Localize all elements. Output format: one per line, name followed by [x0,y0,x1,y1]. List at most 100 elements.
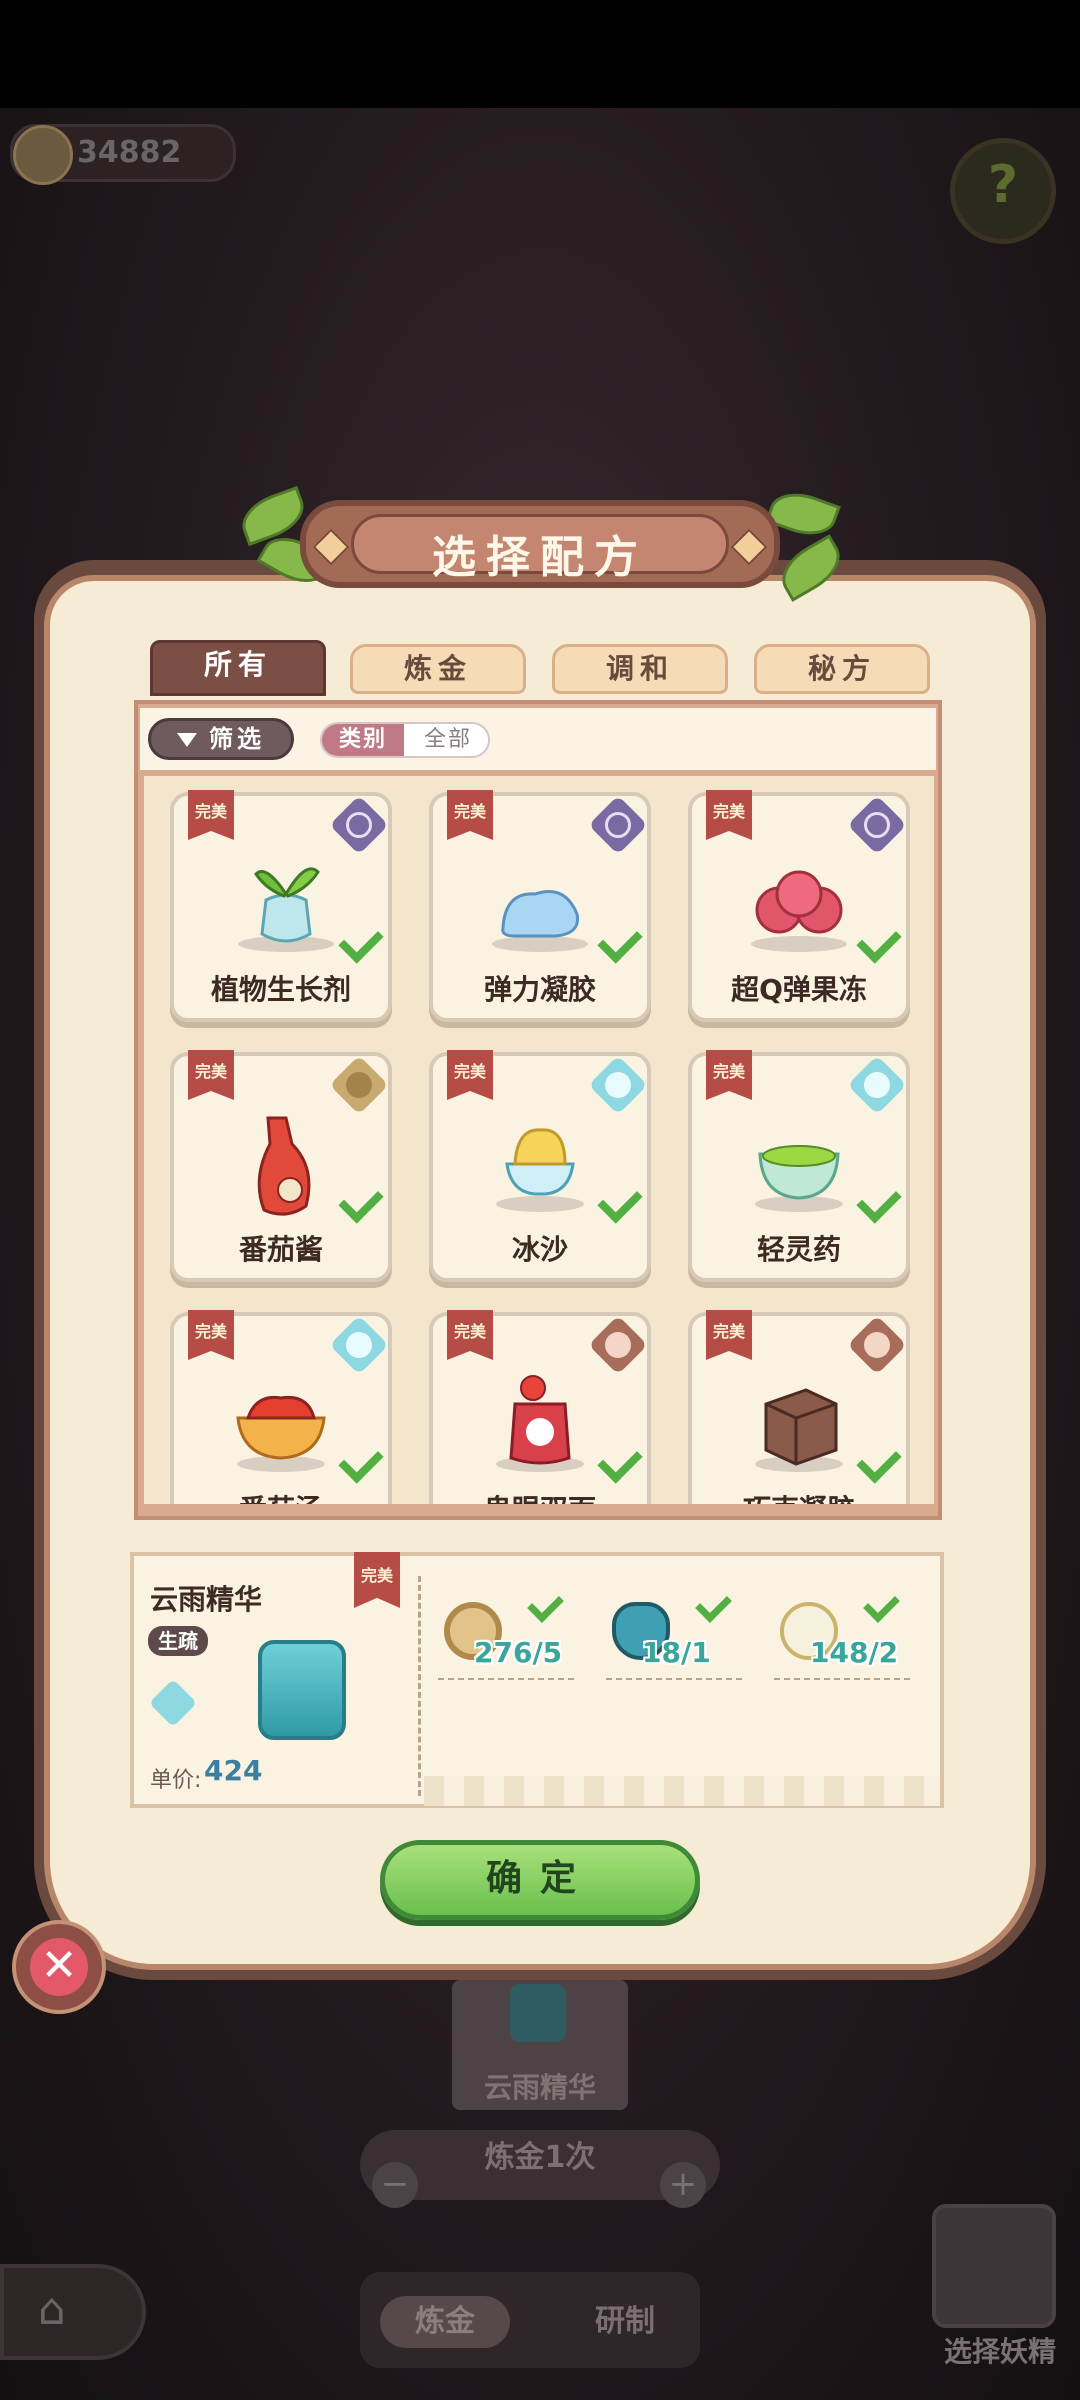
copper-rank-icon [588,1315,648,1375]
funnel-icon [177,733,197,747]
recipe-tabs: 所有 炼金 调和 秘方 [150,640,930,696]
recipe-name: 冰沙 [511,1233,568,1266]
owned-check-icon [597,1178,643,1224]
recipe-card[interactable]: 完美 轻灵药 [688,1050,910,1282]
dialog-title-banner: 选择配方 [300,500,780,588]
home-icon: ⌂ [38,2284,66,2335]
plus-button[interactable]: + [660,2162,706,2208]
shaved-ice-icon [496,1128,584,1212]
jelly-icon [751,870,847,952]
selected-recipe-panel: 云雨精华 完美 生疏 单价: 424 276/5 18/1 148/2 [130,1552,944,1808]
select-fairy-label: 选择妖精 [943,2335,1056,2368]
recipe-card[interactable]: 完美 番茄汤 [170,1310,392,1504]
recipe-name: 轻灵药 [756,1233,841,1266]
tomato-soup-icon [236,1395,326,1472]
coin-counter: 34882 [10,124,236,185]
owned-check-icon [597,1438,643,1484]
cyan-rank-icon [847,1055,907,1115]
gem-decoration-icon [730,528,768,566]
perfect-tag: 完美 [706,1310,752,1360]
bg-alchemy-count: 炼金1次 [484,2140,596,2175]
recipe-name: 番茄酱 [238,1233,323,1266]
owned-check-icon [527,1586,564,1623]
cyan-rank-icon [148,1678,198,1728]
tab-alchemy[interactable]: 炼金 [350,644,526,694]
owned-check-icon [338,918,384,964]
tab-all[interactable]: 所有 [150,640,326,696]
ingredient-slot[interactable]: 276/5 [434,1586,584,1692]
owned-check-icon [856,1438,902,1484]
divider [438,1678,574,1680]
recipe-name: 超Q弹果冻 [731,973,867,1006]
filter-bar: 筛选 类别 全部 [140,708,936,770]
price-label: 单价: [150,1768,202,1793]
dialog-title: 选择配方 [432,532,648,583]
recipe-card[interactable]: 完美 超Q弹果冻 [688,790,910,1022]
light-potion-bowl-icon [755,1145,843,1212]
perfect-tag: 完美 [447,790,493,840]
perfect-tag: 完美 [188,790,234,840]
filter-label: 筛选 [209,725,265,753]
recipe-name: 番茄汤 [174,1488,388,1504]
home-button[interactable]: ⌂ [0,2264,146,2360]
ingredient-slot[interactable]: 148/2 [770,1586,920,1692]
ingredient-count: 276/5 [474,1636,563,1669]
cyan-rank-icon [588,1055,648,1115]
sc-rank-icon [847,795,907,855]
recipe-card[interactable]: 完美 弹力凝胶 [429,790,651,1022]
price-value: 424 [204,1754,263,1787]
title-plate: 选择配方 [351,514,729,583]
recipe-name: 植物生长剂 [210,973,351,1006]
owned-check-icon [338,1438,384,1484]
sc-rank-icon [329,795,389,855]
tab-research[interactable]: 研制 [560,2296,690,2348]
selected-recipe-name: 云雨精华 [150,1583,263,1616]
recipe-card[interactable]: 完美 鬼眼双面 [429,1310,651,1504]
status-bar-area [0,0,1080,108]
minus-button[interactable]: − [372,2162,418,2208]
owned-check-icon [863,1586,900,1623]
divider [774,1678,910,1680]
gold-rank-icon [329,1055,389,1115]
tab-blend[interactable]: 调和 [552,644,728,694]
filter-button[interactable]: 筛选 [148,718,294,760]
tab-secret-recipe[interactable]: 秘方 [754,644,930,694]
cyan-rank-icon [329,1315,389,1375]
recipe-card[interactable]: 完美 番茄酱 [170,1050,392,1282]
coin-icon [13,125,73,185]
skill-level-badge: 生疏 [148,1626,208,1656]
fairy-portrait-icon[interactable] [932,2204,1056,2328]
recipe-card[interactable]: 完美 巧克凝胶 [688,1310,910,1504]
owned-check-icon [856,1178,902,1224]
owned-check-icon [856,918,902,964]
help-button[interactable]: ? [950,138,1056,244]
perfect-tag: 完美 [354,1552,400,1608]
recipe-grid[interactable]: 完美 植物生长剂 完美 弹力凝胶 完美 超Q弹果冻 完美 番茄酱 完美 冰沙 完… [144,776,934,1504]
cloud-rain-essence-jar-icon [258,1640,346,1740]
confirm-button[interactable]: 确定 [380,1840,700,1920]
tab-alchemy[interactable]: 炼金 [380,2296,510,2348]
jar-icon [510,1984,566,2042]
ketchup-bottle-icon [257,1116,311,1216]
skull-jam-jar-icon [496,1375,584,1472]
perfect-tag: 完美 [447,1050,493,1100]
close-button[interactable]: ✕ [12,1920,106,2014]
category-selector[interactable]: 类别 全部 [320,722,490,758]
ingredient-slot[interactable]: 18/1 [602,1586,752,1692]
category-label: 类别 [322,724,404,756]
chocolate-cube-icon [755,1388,843,1472]
recipe-card[interactable]: 完美 植物生长剂 [170,790,392,1022]
category-value: 全部 [423,727,472,752]
owned-check-icon [338,1178,384,1224]
jelly-gel-icon [492,890,588,952]
divider [418,1576,421,1796]
recipe-card[interactable]: 完美 冰沙 [429,1050,651,1282]
plant-potion-icon [238,867,334,952]
recipe-name: 弹力凝胶 [483,973,596,1006]
ingredient-count: 18/1 [642,1636,711,1669]
owned-check-icon [597,918,643,964]
ingredient-count: 148/2 [810,1636,899,1669]
bg-recipe-name: 云雨精华 [483,2071,596,2104]
perfect-tag: 完美 [188,1310,234,1360]
recipe-name: 鬼眼双面 [433,1488,647,1504]
